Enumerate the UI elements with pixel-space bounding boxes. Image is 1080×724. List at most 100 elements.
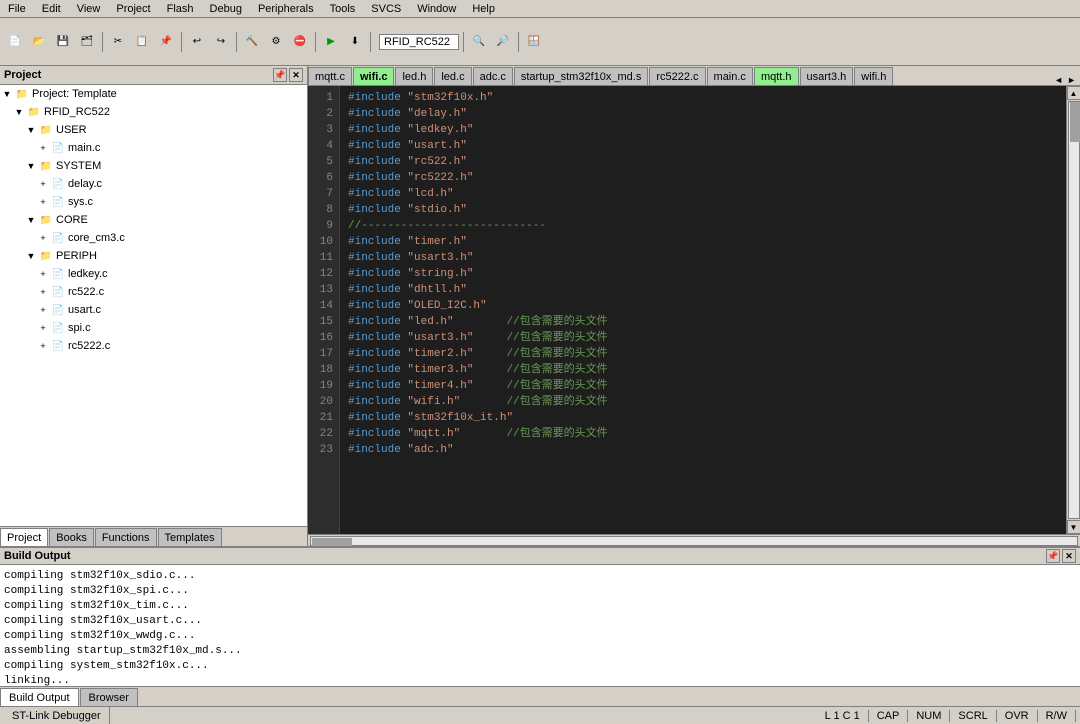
build-panel-controls: 📌 ✕ <box>1046 549 1076 563</box>
build-output-title: Build Output <box>4 550 71 562</box>
menu-help[interactable]: Help <box>464 3 503 15</box>
menu-debug[interactable]: Debug <box>202 3 250 15</box>
stop-build-button[interactable]: ⛔ <box>289 31 311 53</box>
expand-icon: ▼ <box>24 125 38 135</box>
line-numbers: 12345 678910 1112131415 1617181920 21222… <box>308 86 340 534</box>
new-file-button[interactable]: 📄 <box>4 31 26 53</box>
main-layout: Project 📌 ✕ ▼ 📁 Project: Template ▼ 📁 RF… <box>0 66 1080 546</box>
tab-mqtt-h[interactable]: mqtt.h <box>754 67 799 85</box>
tab-scroll-right[interactable]: ► <box>1065 75 1078 85</box>
tab-startup[interactable]: startup_stm32f10x_md.s <box>514 67 648 85</box>
save-button[interactable]: 💾 <box>52 31 74 53</box>
tree-label: spi.c <box>68 322 91 334</box>
tab-functions[interactable]: Functions <box>95 528 157 546</box>
editor-vertical-scrollbar[interactable]: ▲ ▼ <box>1066 86 1080 534</box>
scroll-track[interactable] <box>1068 101 1080 519</box>
expand-icon: + <box>36 305 50 315</box>
find-button[interactable]: 🔍 <box>468 31 490 53</box>
menu-view[interactable]: View <box>69 3 109 15</box>
tab-rc5222-c[interactable]: rc5222.c <box>649 67 705 85</box>
tab-books[interactable]: Books <box>49 528 94 546</box>
tab-wifi-c[interactable]: wifi.c <box>353 67 395 85</box>
tree-main-c[interactable]: + 📄 main.c <box>0 139 307 157</box>
zoom-in-button[interactable]: 🔎 <box>492 31 514 53</box>
tab-templates[interactable]: Templates <box>158 528 222 546</box>
tree-usart-c[interactable]: + 📄 usart.c <box>0 301 307 319</box>
tab-led-c[interactable]: led.c <box>434 67 471 85</box>
tab-adc-c[interactable]: adc.c <box>473 67 513 85</box>
panel-pin-button[interactable]: 📌 <box>273 68 287 82</box>
expand-icon: + <box>36 341 50 351</box>
tab-browser[interactable]: Browser <box>80 688 138 706</box>
tree-sys-c[interactable]: + 📄 sys.c <box>0 193 307 211</box>
tab-build-output[interactable]: Build Output <box>0 688 79 706</box>
menu-window[interactable]: Window <box>409 3 464 15</box>
scroll-up-arrow[interactable]: ▲ <box>1067 86 1080 100</box>
tree-delay-c[interactable]: + 📄 delay.c <box>0 175 307 193</box>
expand-icon: + <box>36 143 50 153</box>
menu-project[interactable]: Project <box>108 3 158 15</box>
tree-label: usart.c <box>68 304 101 316</box>
cut-button[interactable]: ✂ <box>107 31 129 53</box>
tree-user-folder[interactable]: ▼ 📁 USER <box>0 121 307 139</box>
caps-label: CAP <box>877 710 900 722</box>
tree-rc522-c[interactable]: + 📄 rc522.c <box>0 283 307 301</box>
download-button[interactable]: ⬇ <box>344 31 366 53</box>
tree-ledkey-c[interactable]: + 📄 ledkey.c <box>0 265 307 283</box>
debug-button[interactable]: ▶ <box>320 31 342 53</box>
paste-button[interactable]: 📌 <box>155 31 177 53</box>
tree-core-folder[interactable]: ▼ 📁 CORE <box>0 211 307 229</box>
menu-file[interactable]: File <box>0 3 34 15</box>
tree-project-root[interactable]: ▼ 📁 Project: Template <box>0 85 307 103</box>
tab-usart3-h[interactable]: usart3.h <box>800 67 854 85</box>
menu-svcs[interactable]: SVCS <box>363 3 409 15</box>
project-label-text: RFID_RC522 <box>379 34 459 50</box>
h-scroll-track[interactable] <box>310 536 1078 546</box>
menu-tools[interactable]: Tools <box>322 3 364 15</box>
tab-project[interactable]: Project <box>0 528 48 546</box>
scroll-down-arrow[interactable]: ▼ <box>1067 520 1080 534</box>
open-button[interactable]: 📂 <box>28 31 50 53</box>
copy-button[interactable]: 📋 <box>131 31 153 53</box>
save-all-button[interactable]: 🗂 <box>76 31 98 53</box>
editor-horizontal-scrollbar[interactable] <box>308 534 1080 546</box>
toolbar-sep-6 <box>463 32 464 52</box>
panel-close-button[interactable]: ✕ <box>289 68 303 82</box>
tree-rfid-rc522[interactable]: ▼ 📁 RFID_RC522 <box>0 103 307 121</box>
scrl-label: SCRL <box>958 710 987 722</box>
toolbar-sep-1 <box>102 32 103 52</box>
rebuild-button[interactable]: ⚙ <box>265 31 287 53</box>
tree-system-folder[interactable]: ▼ 📁 SYSTEM <box>0 157 307 175</box>
tab-wifi-h[interactable]: wifi.h <box>854 67 893 85</box>
code-content[interactable]: #include "stm32f10x.h" #include "delay.h… <box>340 86 1066 534</box>
window-button[interactable]: 🪟 <box>523 31 545 53</box>
editor-tab-bar: mqtt.c wifi.c led.h led.c adc.c startup_… <box>308 66 1080 86</box>
tab-scroll-left[interactable]: ◄ <box>1052 75 1065 85</box>
redo-button[interactable]: ↪ <box>210 31 232 53</box>
tree-label: rc5222.c <box>68 340 110 352</box>
tree-rc5222-c[interactable]: + 📄 rc5222.c <box>0 337 307 355</box>
ovr-label: OVR <box>1005 710 1029 722</box>
scroll-thumb[interactable] <box>1070 102 1080 142</box>
expand-icon: + <box>36 323 50 333</box>
build-panel-pin-button[interactable]: 📌 <box>1046 549 1060 563</box>
c-file-icon: 📄 <box>50 338 66 354</box>
menu-edit[interactable]: Edit <box>34 3 69 15</box>
tab-led-h[interactable]: led.h <box>395 67 433 85</box>
tree-core-cm3-c[interactable]: + 📄 core_cm3.c <box>0 229 307 247</box>
h-scroll-thumb[interactable] <box>312 538 352 546</box>
folder-icon: 📁 <box>38 122 54 138</box>
build-panel-close-button[interactable]: ✕ <box>1062 549 1076 563</box>
tree-periph-folder[interactable]: ▼ 📁 PERIPH <box>0 247 307 265</box>
undo-button[interactable]: ↩ <box>186 31 208 53</box>
build-button[interactable]: 🔨 <box>241 31 263 53</box>
menu-peripherals[interactable]: Peripherals <box>250 3 322 15</box>
toolbar-sep-5 <box>370 32 371 52</box>
tab-main-c[interactable]: main.c <box>707 67 753 85</box>
tree-label: main.c <box>68 142 100 154</box>
build-line-3: compiling stm32f10x_tim.c... <box>4 599 1076 614</box>
code-editor[interactable]: 12345 678910 1112131415 1617181920 21222… <box>308 86 1080 534</box>
tree-spi-c[interactable]: + 📄 spi.c <box>0 319 307 337</box>
menu-flash[interactable]: Flash <box>159 3 202 15</box>
tab-mqtt-c[interactable]: mqtt.c <box>308 67 352 85</box>
